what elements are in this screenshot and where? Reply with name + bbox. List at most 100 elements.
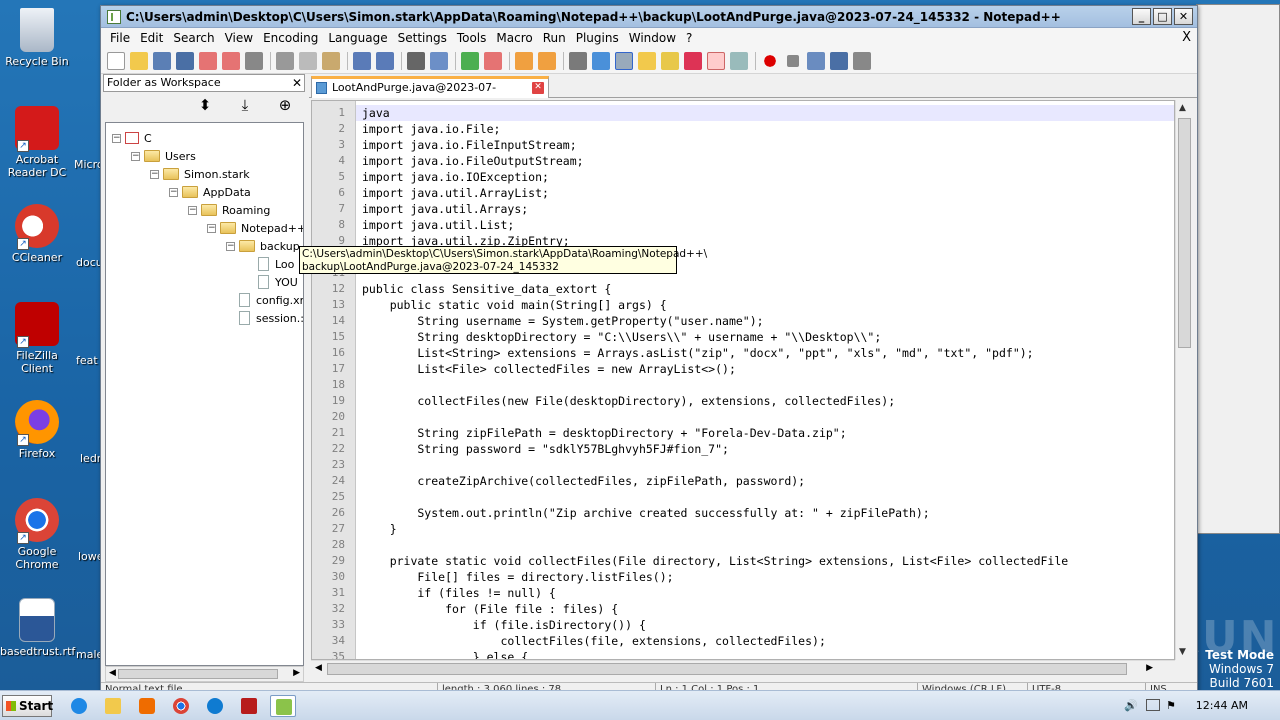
open-file-icon[interactable] xyxy=(130,51,148,70)
code-line[interactable]: if (files != null) { xyxy=(362,585,556,601)
code-line[interactable]: } else { xyxy=(362,649,528,659)
horizontal-scroll-thumb[interactable] xyxy=(327,663,1127,675)
paste-icon[interactable] xyxy=(322,51,340,70)
expand-all-icon[interactable]: ⬍ xyxy=(195,95,215,115)
indent-guide-icon[interactable] xyxy=(615,51,633,70)
zoom-in-icon[interactable] xyxy=(461,51,479,70)
zoom-out-icon[interactable] xyxy=(484,51,502,70)
code-line[interactable]: String username = System.getProperty("us… xyxy=(362,313,763,329)
save-icon[interactable] xyxy=(153,51,171,70)
menu-plugins[interactable]: Plugins xyxy=(571,28,624,48)
code-line[interactable]: List<String> extensions = Arrays.asList(… xyxy=(362,345,1033,361)
desktop-icon-recycle-bin[interactable]: Recycle Bin xyxy=(0,8,74,68)
menu-encoding[interactable]: Encoding xyxy=(258,28,323,48)
tree-toggle-icon[interactable]: − xyxy=(112,133,121,143)
desktop-icon-acrobat[interactable]: ↗ Acrobat Reader DC xyxy=(0,106,74,179)
menu-edit[interactable]: Edit xyxy=(135,28,168,48)
close-all-icon[interactable] xyxy=(222,51,240,70)
tree-toggle-icon[interactable]: − xyxy=(188,205,197,215)
save-macro-icon[interactable] xyxy=(853,51,871,70)
code-line[interactable]: public class Sensitive_data_extort { xyxy=(362,281,611,297)
new-file-icon[interactable] xyxy=(107,51,125,70)
doc-map-icon[interactable] xyxy=(661,51,679,70)
flag-icon[interactable]: ⚑ xyxy=(1166,699,1176,712)
editor-vertical-scrollbar[interactable]: ▲ ▼ xyxy=(1175,100,1193,660)
notepadpp-taskbar-icon[interactable] xyxy=(270,695,296,717)
code-line[interactable]: import java.util.Arrays; xyxy=(362,201,528,217)
show-all-chars-icon[interactable] xyxy=(592,51,610,70)
code-line[interactable]: private static void collectFiles(File di… xyxy=(362,553,1069,569)
folder-workspace-icon[interactable] xyxy=(707,51,725,70)
menu-view[interactable]: View xyxy=(220,28,258,48)
play-macro-icon[interactable] xyxy=(807,51,825,70)
word-wrap-icon[interactable] xyxy=(569,51,587,70)
edge-icon[interactable] xyxy=(202,695,228,717)
minimize-button[interactable]: _ xyxy=(1132,8,1151,25)
editor-horizontal-scrollbar[interactable]: ◀ ▶ xyxy=(311,660,1175,677)
tree-item-file[interactable]: YOU xyxy=(245,273,298,291)
code-line[interactable]: collectFiles(new File(desktopDirectory),… xyxy=(362,393,895,409)
menu-help[interactable]: ? xyxy=(681,28,697,48)
function-list-icon[interactable] xyxy=(684,51,702,70)
desktop-icon-firefox[interactable]: ↗ Firefox xyxy=(0,400,74,460)
monitor-icon[interactable] xyxy=(730,51,748,70)
find-icon[interactable] xyxy=(407,51,425,70)
desktop-icon-word-doc[interactable]: basedtrust.rtf xyxy=(0,598,75,658)
tree-toggle-icon[interactable]: − xyxy=(150,169,159,179)
tree-toggle-icon[interactable]: − xyxy=(207,223,216,233)
code-line[interactable]: createZipArchive(collectedFiles, zipFile… xyxy=(362,473,805,489)
maximize-button[interactable]: □ xyxy=(1153,8,1172,25)
run-macro-multiple-icon[interactable] xyxy=(830,51,848,70)
code-line[interactable]: if (file.isDirectory()) { xyxy=(362,617,646,633)
cut-icon[interactable] xyxy=(276,51,294,70)
desktop-icon-chrome[interactable]: ↗ Google Chrome xyxy=(0,498,74,571)
code-line[interactable]: for (File file : files) { xyxy=(362,601,618,617)
locate-file-icon[interactable]: ⊕ xyxy=(275,95,295,115)
network-icon[interactable] xyxy=(1146,699,1160,711)
menu-tools[interactable]: Tools xyxy=(452,28,492,48)
replace-icon[interactable] xyxy=(430,51,448,70)
app-taskbar-icon[interactable] xyxy=(236,695,262,717)
tree-item-folder[interactable]: − C xyxy=(112,129,152,147)
close-file-icon[interactable] xyxy=(199,51,217,70)
background-window[interactable] xyxy=(1196,4,1280,534)
tree-item-file[interactable]: Loo xyxy=(245,255,294,273)
tree-item-folder[interactable]: − Users xyxy=(131,147,196,165)
code-line[interactable]: public static void main(String[] args) { xyxy=(362,297,667,313)
vertical-scroll-thumb[interactable] xyxy=(1178,118,1191,348)
tree-item-folder[interactable]: − AppData xyxy=(169,183,251,201)
tree-item-file[interactable]: config.xr xyxy=(226,291,303,309)
menu-language[interactable]: Language xyxy=(323,28,392,48)
code-editor[interactable]: 1234567891011121314151617181920212223242… xyxy=(311,100,1175,660)
code-line[interactable]: System.out.println("Zip archive created … xyxy=(362,505,929,521)
desktop-icon-ccleaner[interactable]: ↗ CCleaner xyxy=(0,204,74,264)
tree-item-file[interactable]: session.: xyxy=(226,309,303,327)
save-all-icon[interactable] xyxy=(176,51,194,70)
code-line[interactable]: import java.io.File; xyxy=(362,121,500,137)
print-icon[interactable] xyxy=(245,51,263,70)
start-button[interactable]: Start xyxy=(2,695,53,717)
tree-toggle-icon[interactable]: − xyxy=(131,151,140,161)
tab-close-icon[interactable]: ✕ xyxy=(532,82,544,94)
copy-icon[interactable] xyxy=(299,51,317,70)
tree-toggle-icon[interactable]: − xyxy=(169,187,178,197)
code-line[interactable]: import java.util.ArrayList; xyxy=(362,185,549,201)
panel-close-icon[interactable]: ✕ xyxy=(292,75,302,91)
lang-define-icon[interactable] xyxy=(638,51,656,70)
record-macro-icon[interactable] xyxy=(761,51,779,70)
tree-item-folder[interactable]: − backup xyxy=(226,237,300,255)
menu-run[interactable]: Run xyxy=(538,28,571,48)
code-line[interactable]: String zipFilePath = desktopDirectory + … xyxy=(362,425,846,441)
code-line[interactable]: import java.io.FileOutputStream; xyxy=(362,153,584,169)
speaker-icon[interactable]: 🔊 xyxy=(1124,699,1138,712)
menu-settings[interactable]: Settings xyxy=(393,28,452,48)
code-line[interactable]: import java.util.List; xyxy=(362,217,514,233)
code-line[interactable]: import java.io.IOException; xyxy=(362,169,549,185)
code-line[interactable]: import java.io.FileInputStream; xyxy=(362,137,577,153)
menu-file[interactable]: File xyxy=(105,28,135,48)
chrome-taskbar-icon[interactable] xyxy=(168,695,194,717)
tree-item-folder[interactable]: − Notepad++ xyxy=(207,219,303,237)
code-line[interactable]: String password = "sdklY57BLghvyh5FJ#fio… xyxy=(362,441,729,457)
code-line[interactable]: String desktopDirectory = "C:\\Users\\" … xyxy=(362,329,881,345)
ie-icon[interactable] xyxy=(66,695,92,717)
